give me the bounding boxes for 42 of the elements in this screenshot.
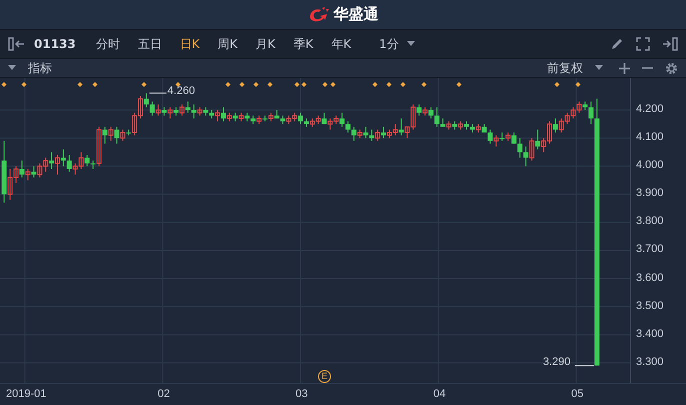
x-axis-label: 03 [296,389,308,400]
stock-code: 01133 [34,36,76,53]
y-axis-label: 3.800 [636,216,664,228]
price-annotation: 3.290 [542,356,570,368]
x-axis-label: 2019-01 [6,389,46,400]
brand-name: 华盛通 [334,4,378,26]
y-axis-label: 4.000 [636,160,664,172]
period-tab[interactable]: 日K [172,35,208,53]
logo-icon [308,6,330,22]
period-tab[interactable]: 五日 [130,35,170,53]
adjustment-dropdown[interactable]: 前复权 [547,59,603,77]
leader-line [148,92,167,94]
x-axis-label: 02 [158,389,170,400]
caret-icon [406,41,415,47]
y-axis-label: 3.500 [636,300,664,312]
price-annotation: 4.260 [167,86,195,98]
indicator-label[interactable]: 指标 [28,59,52,77]
y-axis-label: 4.200 [636,104,664,116]
interval-dropdown[interactable]: 1分 [375,35,419,53]
settings-icon[interactable] [665,62,678,74]
y-axis-label: 3.900 [636,188,664,200]
y-axis-label: 3.300 [636,356,664,368]
y-axis-label: 3.600 [636,272,664,284]
period-tab[interactable]: 分时 [88,35,128,53]
exit-panel-icon[interactable] [662,37,678,51]
period-tab[interactable]: 年K [323,35,360,53]
caret-icon[interactable] [8,65,16,71]
fullscreen-icon[interactable] [636,37,650,51]
y-axis-label: 3.400 [636,328,664,340]
y-axis-label: 3.700 [636,244,664,256]
caret-icon [595,65,603,71]
x-axis-label: 04 [433,389,446,400]
x-axis-label: 05 [571,389,584,400]
period-tab[interactable]: 季K [285,35,322,53]
event-marker: E [318,370,331,383]
period-tab[interactable]: 周K [210,35,246,53]
plus-icon[interactable] [619,62,630,74]
collapse-panel-icon[interactable] [8,37,26,51]
leader-line [574,365,594,366]
y-axis-label: 4.100 [636,132,664,144]
period-tab[interactable]: 月K [248,35,284,53]
pencil-icon[interactable] [610,37,624,51]
